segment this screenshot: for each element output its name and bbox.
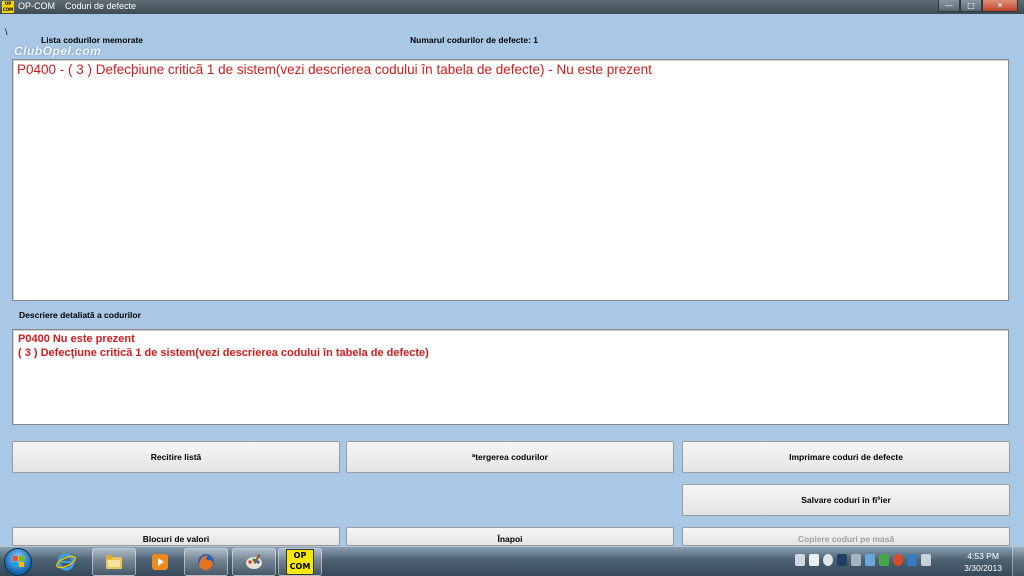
opcom-app-icon: OP COM bbox=[286, 549, 314, 575]
app-name: OP-COM bbox=[18, 1, 55, 11]
firefox-icon bbox=[198, 554, 214, 570]
title-bar: OP COM OP-COM Coduri de defecte — □ ✕ bbox=[0, 0, 1024, 14]
save-codes-button[interactable]: Salvare coduri în fiºier bbox=[682, 484, 1010, 516]
copy-codes-button: Copiere coduri pe masã bbox=[682, 527, 1010, 546]
network-icon[interactable] bbox=[837, 554, 847, 566]
window-title: Coduri de defecte bbox=[65, 1, 137, 11]
delete-codes-button[interactable]: ªtergerea codurilor bbox=[346, 441, 674, 473]
taskbar-paint[interactable] bbox=[232, 548, 276, 576]
window-icon[interactable] bbox=[865, 554, 875, 566]
minimize-button[interactable]: — bbox=[938, 0, 960, 12]
taskbar-opcom[interactable]: OP COM bbox=[278, 548, 322, 576]
alert-icon[interactable] bbox=[893, 554, 903, 566]
reread-list-button[interactable]: Recitire listã bbox=[12, 441, 340, 473]
codes-count-label: Numarul codurilor de defecte: 1 bbox=[410, 35, 538, 45]
clock[interactable]: 4:53 PM 3/30/2013 bbox=[964, 550, 1002, 574]
paint-icon bbox=[246, 554, 262, 569]
internet-explorer-icon bbox=[56, 553, 76, 571]
window-controls: — □ ✕ bbox=[938, 0, 1018, 12]
detail-box[interactable]: P0400 Nu este prezent ( 3 ) Defecţiune c… bbox=[12, 329, 1009, 425]
media-player-icon bbox=[152, 554, 168, 570]
volume-icon[interactable] bbox=[795, 554, 805, 566]
back-button[interactable]: Înapoi bbox=[346, 527, 674, 546]
close-button[interactable]: ✕ bbox=[982, 0, 1018, 12]
monitor-icon[interactable] bbox=[851, 554, 861, 566]
taskbar-ie[interactable] bbox=[44, 548, 88, 576]
system-tray bbox=[795, 554, 931, 566]
codes-list-box[interactable]: P0400 - ( 3 ) Defecþiune criticã 1 de si… bbox=[12, 59, 1009, 301]
detail-label: Descriere detaliatã a codurilor bbox=[19, 310, 141, 320]
start-button[interactable] bbox=[4, 548, 32, 576]
status-icon[interactable] bbox=[823, 554, 833, 566]
folder-icon bbox=[106, 555, 122, 569]
windows-flag-icon bbox=[13, 556, 25, 568]
clock-date: 3/30/2013 bbox=[964, 563, 1002, 573]
maximize-button[interactable]: □ bbox=[960, 0, 982, 12]
clock-time: 4:53 PM bbox=[967, 551, 999, 561]
detail-line: ( 3 ) Defecţiune criticã 1 de sistem(vez… bbox=[18, 347, 429, 359]
opcom-logo-icon: OP COM bbox=[2, 1, 14, 13]
detail-line: P0400 Nu este prezent bbox=[18, 333, 135, 345]
bluetooth-icon[interactable] bbox=[907, 554, 917, 566]
show-desktop-button[interactable] bbox=[1012, 547, 1024, 576]
print-codes-button[interactable]: Imprimare coduri de defecte bbox=[682, 441, 1010, 473]
watermark: ClubOpel.com bbox=[14, 44, 102, 58]
taskbar-media-player[interactable] bbox=[138, 548, 182, 576]
list-item[interactable]: P0400 - ( 3 ) Defecþiune criticã 1 de si… bbox=[17, 62, 652, 77]
usb-icon[interactable] bbox=[809, 554, 819, 566]
path-marker: \ bbox=[5, 27, 8, 37]
value-blocks-button[interactable]: Blocuri de valori bbox=[12, 527, 340, 546]
speaker-icon[interactable] bbox=[921, 554, 931, 566]
taskbar-explorer[interactable] bbox=[92, 548, 136, 576]
taskbar-firefox[interactable] bbox=[184, 548, 228, 576]
taskbar: OP COM 4:53 PM 3/30/2013 bbox=[0, 546, 1024, 576]
battery-icon[interactable] bbox=[879, 554, 889, 566]
